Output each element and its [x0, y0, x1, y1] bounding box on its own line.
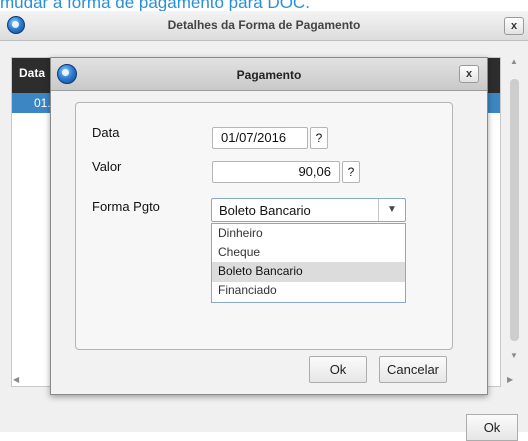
outer-titlebar: Detalhes da Forma de Pagamento x [0, 11, 528, 41]
forma-pgto-label: Forma Pgto [92, 199, 160, 214]
scroll-right-icon[interactable]: ▶ [507, 375, 513, 384]
forma-pgto-value: Boleto Bancario [219, 203, 311, 218]
dropdown-option-dinheiro[interactable]: Dinheiro [212, 224, 405, 244]
dropdown-option-financiado[interactable]: Financiado [212, 281, 405, 301]
chevron-down-icon[interactable]: ▼ [378, 199, 405, 221]
dialog-cancel-button[interactable]: Cancelar [379, 356, 447, 383]
forma-pgto-select[interactable]: Boleto Bancario ▼ [211, 198, 406, 222]
valor-field[interactable]: 90,06 [212, 161, 340, 183]
data-field[interactable]: 01/07/2016 [212, 127, 308, 149]
table-cell: 01. [34, 96, 51, 110]
valor-lookup-button[interactable]: ? [342, 161, 360, 183]
outer-window-title: Detalhes da Forma de Pagamento [167, 18, 361, 32]
data-lookup-button[interactable]: ? [310, 127, 328, 149]
dialog-close-button[interactable]: x [459, 65, 479, 83]
dialog-ok-button[interactable]: Ok [309, 356, 367, 383]
dialog-title: Pagamento [236, 68, 302, 82]
scroll-down-icon[interactable]: ▼ [510, 351, 518, 360]
valor-label: Valor [92, 159, 122, 174]
scroll-up-icon[interactable]: ▲ [510, 57, 518, 66]
outer-close-button[interactable]: x [504, 17, 524, 35]
payment-dialog: Pagamento x Data 01/07/2016 ? Valor 90,0… [50, 57, 488, 395]
forma-pgto-dropdown-list: Dinheiro Cheque Boleto Bancario Financia… [211, 223, 406, 303]
data-label: Data [92, 125, 120, 140]
scroll-left-icon[interactable]: ◀ [13, 375, 19, 384]
vertical-scrollbar[interactable]: ▲ ▼ [507, 55, 521, 365]
scroll-thumb[interactable] [510, 79, 519, 341]
grid-header-data: Data [19, 66, 46, 80]
dropdown-option-cheque[interactable]: Cheque [212, 243, 405, 263]
outer-ok-button[interactable]: Ok [466, 414, 518, 441]
dialog-titlebar: Pagamento x [51, 58, 487, 91]
dropdown-option-boleto-bancario[interactable]: Boleto Bancario [212, 262, 405, 282]
